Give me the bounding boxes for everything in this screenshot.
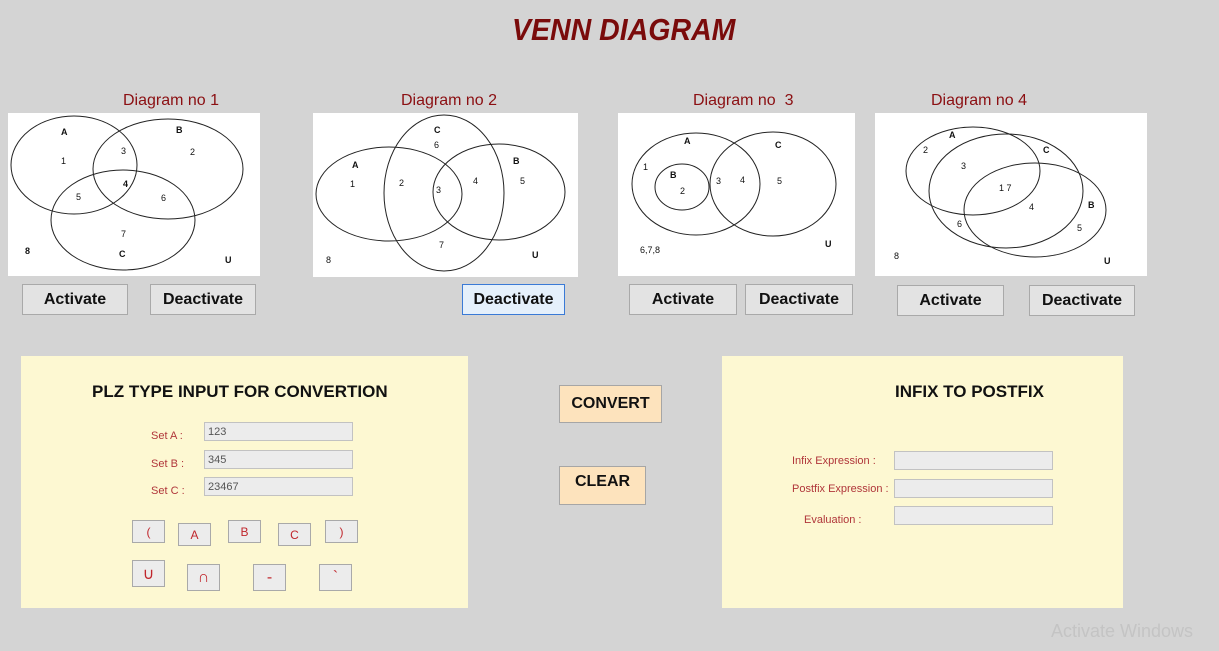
venn-diagram-3: A B C 1 2 3 4 5 6,7,8 U	[618, 113, 855, 276]
set-b-label: B	[176, 125, 183, 135]
postfix-expression-field[interactable]	[894, 479, 1053, 498]
diagram-2-label: Diagram no 2	[401, 92, 498, 109]
diagram-4-label: Diagram no 4	[931, 92, 1028, 109]
set-c-button[interactable]: C	[278, 523, 311, 546]
set-a-label: A	[684, 136, 691, 146]
set-b-field-label: Set B :	[151, 458, 185, 470]
region-4: 4	[473, 176, 478, 186]
set-a-label: A	[352, 160, 359, 170]
outside-region: 6,7,8	[640, 245, 660, 255]
diagram-1-label: Diagram no 1	[123, 92, 220, 109]
region-1: 1	[61, 156, 66, 166]
region-4: 4	[123, 179, 128, 189]
set-b-label: B	[1088, 200, 1095, 210]
outside-region: 8	[25, 246, 30, 256]
set-a-field-label: Set A :	[151, 430, 183, 442]
diagram-2-deactivate-button[interactable]: Deactivate	[462, 284, 565, 315]
region-4: 4	[1029, 202, 1034, 212]
diagram-3-activate-button[interactable]: Activate	[629, 284, 737, 315]
union-button[interactable]: ∪	[132, 560, 165, 587]
output-panel: INFIX TO POSTFIX Infix Expression : Post…	[722, 356, 1123, 608]
universe-label: U	[532, 250, 539, 260]
set-c-label: C	[775, 140, 782, 150]
diagram-3-deactivate-button[interactable]: Deactivate	[745, 284, 853, 315]
set-a-button[interactable]: A	[178, 523, 211, 546]
diagram-4-activate-button[interactable]: Activate	[897, 285, 1004, 316]
evaluation-field[interactable]	[894, 506, 1053, 525]
diagram-1-deactivate-button[interactable]: Deactivate	[150, 284, 256, 315]
region-5: 5	[777, 176, 782, 186]
region-5: 5	[76, 192, 81, 202]
page-title: VENN DIAGRAM	[512, 12, 736, 47]
venn-diagram-1: A B C 1 2 3 4 5 6 7 8 U	[8, 113, 260, 276]
output-panel-title: INFIX TO POSTFIX	[895, 382, 1044, 401]
region-2: 2	[399, 178, 404, 188]
set-c-label: C	[434, 125, 441, 135]
convert-button[interactable]: CONVERT	[559, 385, 662, 423]
region-1-7: 1 7	[999, 183, 1012, 193]
region-6: 6	[161, 193, 166, 203]
outside-region: 8	[326, 255, 331, 265]
region-7: 7	[439, 240, 444, 250]
set-b-button[interactable]: B	[228, 520, 261, 543]
windows-activation-watermark: Activate Windows	[1051, 621, 1194, 641]
venn-diagram-2: A B C 1 2 3 4 5 6 7 8 U	[313, 113, 578, 277]
set-b-input[interactable]	[204, 450, 353, 469]
input-panel: PLZ TYPE INPUT FOR CONVERTION Set A : Se…	[21, 356, 468, 608]
region-1: 1	[350, 179, 355, 189]
open-paren-button[interactable]: (	[132, 520, 165, 543]
region-2: 2	[190, 147, 195, 157]
universe-label: U	[225, 255, 232, 265]
universe-label: U	[1104, 256, 1111, 266]
set-b-label: B	[513, 156, 520, 166]
clear-button[interactable]: CLEAR	[559, 466, 646, 505]
region-6: 6	[957, 219, 962, 229]
set-a-input[interactable]	[204, 422, 353, 441]
difference-button[interactable]: -	[253, 564, 286, 591]
intersection-button[interactable]: ∩	[187, 564, 220, 591]
infix-expression-label: Infix Expression :	[792, 455, 876, 467]
region-2: 2	[923, 145, 928, 155]
diagram-4-deactivate-button[interactable]: Deactivate	[1029, 285, 1135, 316]
region-6: 6	[434, 140, 439, 150]
region-3: 3	[121, 146, 126, 156]
close-paren-button[interactable]: )	[325, 520, 358, 543]
set-a-label: A	[949, 130, 956, 140]
region-3: 3	[716, 176, 721, 186]
region-3: 3	[961, 161, 966, 171]
diagram-3-label: Diagram no 3	[693, 92, 794, 109]
complement-button[interactable]: `	[319, 564, 352, 591]
diagram-1-activate-button[interactable]: Activate	[22, 284, 128, 315]
venn-diagram-4: A B C 2 3 1 7 4 5 6 8 U	[875, 113, 1147, 276]
infix-expression-field[interactable]	[894, 451, 1053, 470]
region-3: 3	[436, 185, 441, 195]
region-5: 5	[1077, 223, 1082, 233]
input-panel-title: PLZ TYPE INPUT FOR CONVERTION	[92, 382, 388, 401]
region-7: 7	[121, 229, 126, 239]
outside-region: 8	[894, 251, 899, 261]
set-b-label: B	[670, 170, 677, 180]
set-c-input[interactable]	[204, 477, 353, 496]
universe-label: U	[825, 239, 832, 249]
set-a-label: A	[61, 127, 68, 137]
region-2: 2	[680, 186, 685, 196]
set-c-label: C	[119, 249, 126, 259]
region-1: 1	[643, 162, 648, 172]
postfix-expression-label: Postfix Expression :	[792, 483, 889, 495]
region-5: 5	[520, 176, 525, 186]
evaluation-label: Evaluation :	[804, 514, 862, 526]
set-c-field-label: Set C :	[151, 485, 185, 497]
region-4: 4	[740, 175, 745, 185]
set-c-label: C	[1043, 145, 1050, 155]
